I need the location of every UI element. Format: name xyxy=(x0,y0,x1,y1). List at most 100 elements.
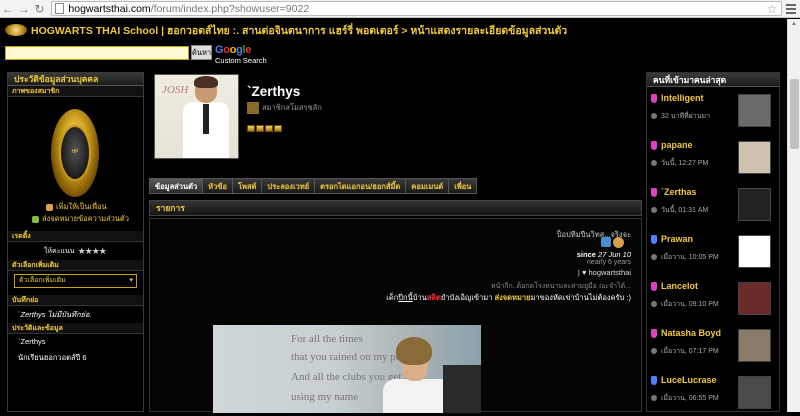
tab-diagon[interactable]: ตรอกไดแอกอน/ฮอกส์มี้ด xyxy=(315,178,407,194)
search-button[interactable]: ค้นหา xyxy=(191,45,212,60)
tab-comments[interactable]: คอมเมนต์ xyxy=(406,178,450,194)
search-bar: ค้นหา Google Custom Search xyxy=(0,42,800,68)
clock-icon xyxy=(651,207,657,213)
clock-icon xyxy=(651,301,657,307)
poster-image: For all the times that you rained on my … xyxy=(213,325,481,413)
history-header: ประวัติและข้อมูล xyxy=(8,323,143,334)
main-content: JOSH `Zerthys สมาชิกสโมสรชลัก ข้อมูลส่วน… xyxy=(149,72,642,413)
visitor-time: วันนี้, 12:27 PM xyxy=(661,160,709,167)
visitor-item[interactable]: papane วันนี้, 12:27 PM xyxy=(647,134,779,181)
address-bar[interactable]: hogwartsthai.com/forum/index.php?showuse… xyxy=(51,1,783,16)
visitor-name[interactable]: Prawan xyxy=(661,234,693,244)
history-sub: นักเรียนฮอกวอตส์ปี 6 xyxy=(18,353,87,362)
left-sidebar: ประวัติข้อมูลส่วนบุคคล ภาพของสมาชิก HP เ… xyxy=(7,72,144,412)
profile-tabs: ข้อมูลส่วนตัว หัวข้อ โพสต์ ประลองเวทย์ ต… xyxy=(149,178,478,194)
quote-line: หน้ากีก..ด็อกดโรงหนามละสามยูมือ ณะจำได้.… xyxy=(490,283,631,290)
tab-duel[interactable]: ประลองเวทย์ xyxy=(262,178,316,194)
visitor-avatar[interactable] xyxy=(738,141,771,174)
url-path: /forum/index.php?showuser=9022 xyxy=(150,2,310,15)
bookmark-star-icon[interactable]: ☆ xyxy=(766,2,777,16)
section-title: รายการ xyxy=(149,200,642,216)
visitor-name[interactable]: Natasha Boyd xyxy=(661,328,721,338)
page-scrollbar[interactable]: ▲ xyxy=(787,19,800,412)
status-icons xyxy=(601,237,631,249)
shield-icon xyxy=(601,237,611,247)
profile-rank: สมาชิกสโมสรชลัก xyxy=(247,102,322,114)
visitor-avatar[interactable] xyxy=(738,329,771,362)
badge-icon xyxy=(274,125,282,132)
visitor-item[interactable]: Intelligent 32 นาทีที่ผ่านมา xyxy=(647,87,779,134)
add-friend-link[interactable]: เพิ่มให้เป็นเพื่อน xyxy=(8,201,143,213)
user-icon xyxy=(651,141,657,150)
menu-icon[interactable] xyxy=(782,1,800,17)
rating-stars[interactable]: ★★★★ xyxy=(78,246,107,257)
clock-icon xyxy=(651,160,657,166)
page-icon xyxy=(55,3,65,14)
profile-name: `Zerthys xyxy=(247,84,301,99)
recent-visitors-panel: คนที่เข้ามาคนล่าสุด Intelligent 32 นาทีที… xyxy=(646,72,780,412)
visitor-time: เมื่อวาน, 06:55 PM xyxy=(661,395,719,402)
notes-text: `Zerthys ไม่มีบันทึกย่อ. xyxy=(18,310,92,319)
tab-topics[interactable]: หัวข้อ xyxy=(203,178,233,194)
options-header: ตัวเลือกเพิ่มเติม xyxy=(8,260,143,271)
tab-profile[interactable]: ข้อมูลส่วนตัว xyxy=(149,178,204,194)
badge-icon xyxy=(256,125,264,132)
badge-icon xyxy=(247,125,255,132)
visitor-avatar[interactable] xyxy=(738,282,771,315)
reload-icon[interactable]: ↻ xyxy=(32,1,48,17)
user-icon xyxy=(651,376,657,385)
clock-icon xyxy=(651,395,657,401)
search-input[interactable] xyxy=(5,46,189,60)
visitor-avatar[interactable] xyxy=(738,376,771,409)
visitor-avatar[interactable] xyxy=(738,188,771,221)
visitor-time: เมื่อวาน, 07:17 PM xyxy=(661,348,719,355)
profile-photo: JOSH xyxy=(154,74,239,159)
back-icon[interactable]: ← xyxy=(0,1,16,17)
since-ago: nearly 6 years xyxy=(587,259,631,266)
rating-row: ให้คะแนน ★★★★ xyxy=(8,242,143,260)
visitor-time: 32 นาทีที่ผ่านมา xyxy=(661,113,711,120)
options-select[interactable]: ตัวเลือกเพิ่มเติม ▾ xyxy=(14,274,137,288)
visitor-avatar[interactable] xyxy=(738,235,771,268)
visitor-name[interactable]: LuceLucrase xyxy=(661,375,717,385)
visitor-name[interactable]: Lancelot xyxy=(661,281,698,291)
visitor-name[interactable]: Intelligent xyxy=(661,93,704,103)
avatar-header: ภาพของสมาชิก xyxy=(8,86,143,97)
message-line: เด็กปีกนี้บ้านสลิตยำบังเอิญเข้ามา ส่งจดห… xyxy=(386,293,631,302)
user-icon xyxy=(651,329,657,338)
visitor-avatar[interactable] xyxy=(738,94,771,127)
visitor-time: เมื่อวาน, 09:10 PM xyxy=(661,301,719,308)
clock-icon xyxy=(651,348,657,354)
message-icon xyxy=(32,215,39,223)
site-logo-icon[interactable] xyxy=(5,24,27,36)
site-header: HOGWARTS THAI School | ฮอกวอตส์ไทย :. สา… xyxy=(0,19,800,41)
history-name: `Zerthys xyxy=(18,337,46,346)
user-icon xyxy=(651,282,657,291)
visitor-time: วันนี้, 01:31 AM xyxy=(661,207,709,214)
visitor-name[interactable]: papane xyxy=(661,140,693,150)
notes-header: บันทึกย่อ xyxy=(8,295,143,306)
tab-friends[interactable]: เพื่อน xyxy=(449,178,478,194)
visitor-item[interactable]: Natasha Boyd เมื่อวาน, 07:17 PM xyxy=(647,322,779,369)
scroll-thumb[interactable] xyxy=(790,79,799,149)
breadcrumb[interactable]: HOGWARTS THAI School | ฮอกวอตส์ไทย :. สา… xyxy=(31,22,567,39)
bear-icon xyxy=(613,237,624,248)
visitor-item[interactable]: LuceLucrase เมื่อวาน, 06:55 PM xyxy=(647,369,779,416)
scroll-up-icon[interactable]: ▲ xyxy=(791,21,797,27)
member-avatar: HP xyxy=(8,97,143,201)
via-line[interactable]: | ♥ hogwartsthai xyxy=(578,268,631,277)
visitor-time: เมื่อวาน, 10:05 PM xyxy=(661,254,719,261)
add-friend-icon xyxy=(46,203,53,211)
visitor-item[interactable]: `Zerthas วันนี้, 01:31 AM xyxy=(647,181,779,228)
visitor-name[interactable]: `Zerthas xyxy=(661,187,697,197)
tab-posts[interactable]: โพสต์ xyxy=(232,178,263,194)
rank-flag-icon xyxy=(247,102,259,114)
visitor-item[interactable]: Lancelot เมื่อวาน, 09:10 PM xyxy=(647,275,779,322)
visitor-item[interactable]: Prawan เมื่อวาน, 10:05 PM xyxy=(647,228,779,275)
chevron-down-icon: ▾ xyxy=(129,277,133,284)
rating-header: เรตติ้ง xyxy=(8,231,143,242)
send-message-link[interactable]: ส่งจดหมายข้อความส่วนตัว xyxy=(8,213,143,225)
forward-icon[interactable]: → xyxy=(16,1,32,17)
activity-content: ป็อปทีมปีนวิทส...จริงจะ since 27 Jun 10 … xyxy=(149,218,642,413)
user-icon xyxy=(651,94,657,103)
